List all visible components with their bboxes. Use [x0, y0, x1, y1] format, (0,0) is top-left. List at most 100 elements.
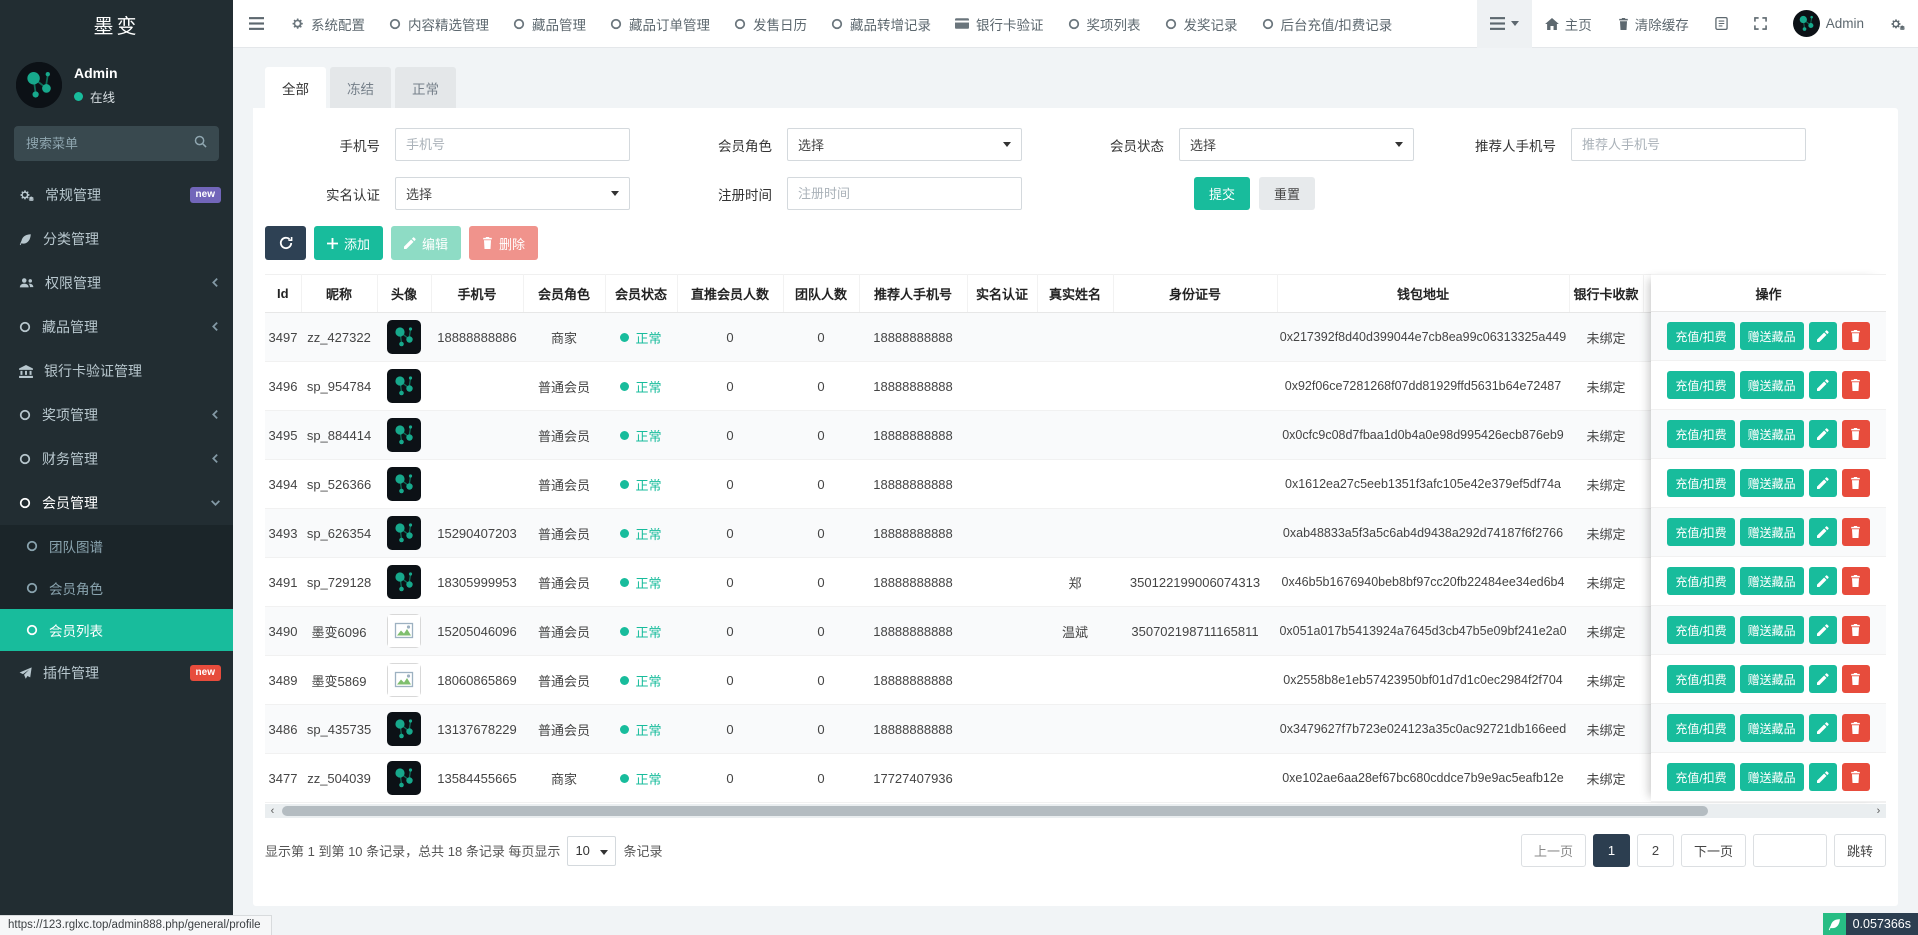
edit-row-button[interactable]: [1809, 763, 1837, 791]
sidebar-item-8[interactable]: 会员管理: [0, 481, 233, 525]
column-header-会员状态[interactable]: 会员状态: [605, 275, 677, 313]
topnav-item-2[interactable]: 内容精选管理: [377, 0, 501, 48]
tab-冻结[interactable]: 冻结: [330, 67, 391, 108]
recharge-button[interactable]: 充值/扣费: [1667, 322, 1734, 350]
filter-input-手机号[interactable]: [395, 128, 630, 161]
page-size-select[interactable]: 10: [567, 836, 616, 866]
column-header-实名认证[interactable]: 实名认证: [967, 275, 1037, 313]
clear-cache-button[interactable]: 清除缓存: [1605, 0, 1702, 48]
recharge-button[interactable]: 充值/扣费: [1667, 763, 1734, 791]
edit-row-button[interactable]: [1809, 714, 1837, 742]
gift-collection-button[interactable]: 赠送藏品: [1740, 322, 1804, 350]
sidebar-item-1[interactable]: 常规管理new: [0, 173, 233, 217]
edit-row-button[interactable]: [1809, 371, 1837, 399]
page-button-2[interactable]: 2: [1637, 834, 1674, 867]
docs-button[interactable]: [1702, 0, 1741, 48]
tab-正常[interactable]: 正常: [395, 67, 456, 108]
gift-collection-button[interactable]: 赠送藏品: [1740, 763, 1804, 791]
column-header-团队人数[interactable]: 团队人数: [783, 275, 859, 313]
column-header-头像[interactable]: 头像: [377, 275, 431, 313]
refresh-button[interactable]: [265, 226, 306, 260]
filter-select-会员状态[interactable]: 选择: [1179, 128, 1414, 161]
sidebar-item-2[interactable]: 分类管理: [0, 217, 233, 261]
edit-row-button[interactable]: [1809, 567, 1837, 595]
delete-button[interactable]: 删除: [469, 226, 538, 260]
delete-row-button[interactable]: [1842, 616, 1870, 644]
submit-button[interactable]: 提交: [1194, 177, 1250, 210]
edit-row-button[interactable]: [1809, 616, 1837, 644]
prev-page-button[interactable]: 上一页: [1521, 834, 1586, 867]
filter-input-推荐人手机号[interactable]: [1571, 128, 1806, 161]
column-header-Id[interactable]: Id: [265, 275, 301, 313]
sidebar-item-5[interactable]: 银行卡验证管理: [0, 349, 233, 393]
delete-row-button[interactable]: [1842, 567, 1870, 595]
admin-profile-button[interactable]: Admin: [1780, 0, 1877, 48]
column-header-真实姓名[interactable]: 真实姓名: [1037, 275, 1113, 313]
column-header-身份证号[interactable]: 身份证号: [1113, 275, 1277, 313]
sidebar-search[interactable]: [14, 126, 219, 161]
sidebar-item-4[interactable]: 藏品管理: [0, 305, 233, 349]
fullscreen-button[interactable]: [1741, 0, 1780, 48]
scroll-right-arrow[interactable]: ›: [1871, 804, 1886, 818]
sidebar-item-3[interactable]: 权限管理: [0, 261, 233, 305]
sidebar-subitem-团队图谱[interactable]: 团队图谱: [0, 525, 233, 567]
sidebar-subitem-会员列表[interactable]: 会员列表: [0, 609, 233, 651]
nav-list-dropdown-button[interactable]: [1477, 0, 1532, 48]
recharge-button[interactable]: 充值/扣费: [1667, 665, 1734, 693]
topnav-item-10[interactable]: 后台充值/扣费记录: [1250, 0, 1405, 48]
page-button-1[interactable]: 1: [1593, 834, 1630, 867]
edit-row-button[interactable]: [1809, 469, 1837, 497]
home-button[interactable]: 主页: [1532, 0, 1605, 48]
edit-row-button[interactable]: [1809, 665, 1837, 693]
column-header-昵称[interactable]: 昵称: [301, 275, 377, 313]
delete-row-button[interactable]: [1842, 371, 1870, 399]
column-header-银行卡收款[interactable]: 银行卡收款: [1569, 275, 1643, 313]
topnav-item-8[interactable]: 奖项列表: [1056, 0, 1153, 48]
recharge-button[interactable]: 充值/扣费: [1667, 616, 1734, 644]
gift-collection-button[interactable]: 赠送藏品: [1740, 518, 1804, 546]
column-header-钱包地址[interactable]: 钱包地址: [1277, 275, 1569, 313]
gift-collection-button[interactable]: 赠送藏品: [1740, 665, 1804, 693]
recharge-button[interactable]: 充值/扣费: [1667, 714, 1734, 742]
column-header-会员角色[interactable]: 会员角色: [523, 275, 605, 313]
column-header-手机号[interactable]: 手机号: [431, 275, 523, 313]
edit-row-button[interactable]: [1809, 518, 1837, 546]
delete-row-button[interactable]: [1842, 714, 1870, 742]
horizontal-scrollbar[interactable]: ‹ ›: [265, 804, 1886, 818]
edit-row-button[interactable]: [1809, 322, 1837, 350]
recharge-button[interactable]: 充值/扣费: [1667, 420, 1734, 448]
sidebar-toggle-button[interactable]: [233, 0, 279, 48]
recharge-button[interactable]: 充值/扣费: [1667, 518, 1734, 546]
recharge-button[interactable]: 充值/扣费: [1667, 371, 1734, 399]
scrollbar-thumb[interactable]: [282, 806, 1708, 816]
gift-collection-button[interactable]: 赠送藏品: [1740, 616, 1804, 644]
next-page-button[interactable]: 下一页: [1681, 834, 1746, 867]
delete-row-button[interactable]: [1842, 420, 1870, 448]
scroll-left-arrow[interactable]: ‹: [265, 804, 280, 818]
sidebar-search-input[interactable]: [26, 136, 181, 151]
column-header-推荐人手机号[interactable]: 推荐人手机号: [859, 275, 967, 313]
topnav-item-6[interactable]: 藏品转增记录: [819, 0, 943, 48]
column-header-直推会员人数[interactable]: 直推会员人数: [677, 275, 783, 313]
sidebar-item-9[interactable]: 插件管理new: [0, 651, 233, 695]
add-button[interactable]: 添加: [314, 226, 383, 260]
edit-button[interactable]: 编辑: [391, 226, 461, 260]
topnav-item-3[interactable]: 藏品管理: [501, 0, 598, 48]
recharge-button[interactable]: 充值/扣费: [1667, 469, 1734, 497]
topnav-item-1[interactable]: 系统配置: [279, 0, 377, 48]
topnav-item-9[interactable]: 发奖记录: [1153, 0, 1250, 48]
settings-button[interactable]: [1877, 0, 1918, 48]
topnav-item-7[interactable]: 银行卡验证: [943, 0, 1056, 48]
filter-input-注册时间[interactable]: [787, 177, 1022, 210]
sidebar-item-7[interactable]: 财务管理: [0, 437, 233, 481]
topnav-item-5[interactable]: 发售日历: [722, 0, 819, 48]
delete-row-button[interactable]: [1842, 518, 1870, 546]
delete-row-button[interactable]: [1842, 469, 1870, 497]
tab-全部[interactable]: 全部: [265, 67, 326, 108]
delete-row-button[interactable]: [1842, 665, 1870, 693]
filter-select-会员角色[interactable]: 选择: [787, 128, 1022, 161]
delete-row-button[interactable]: [1842, 322, 1870, 350]
filter-select-实名认证[interactable]: 选择: [395, 177, 630, 210]
sidebar-subitem-会员角色[interactable]: 会员角色: [0, 567, 233, 609]
gift-collection-button[interactable]: 赠送藏品: [1740, 371, 1804, 399]
